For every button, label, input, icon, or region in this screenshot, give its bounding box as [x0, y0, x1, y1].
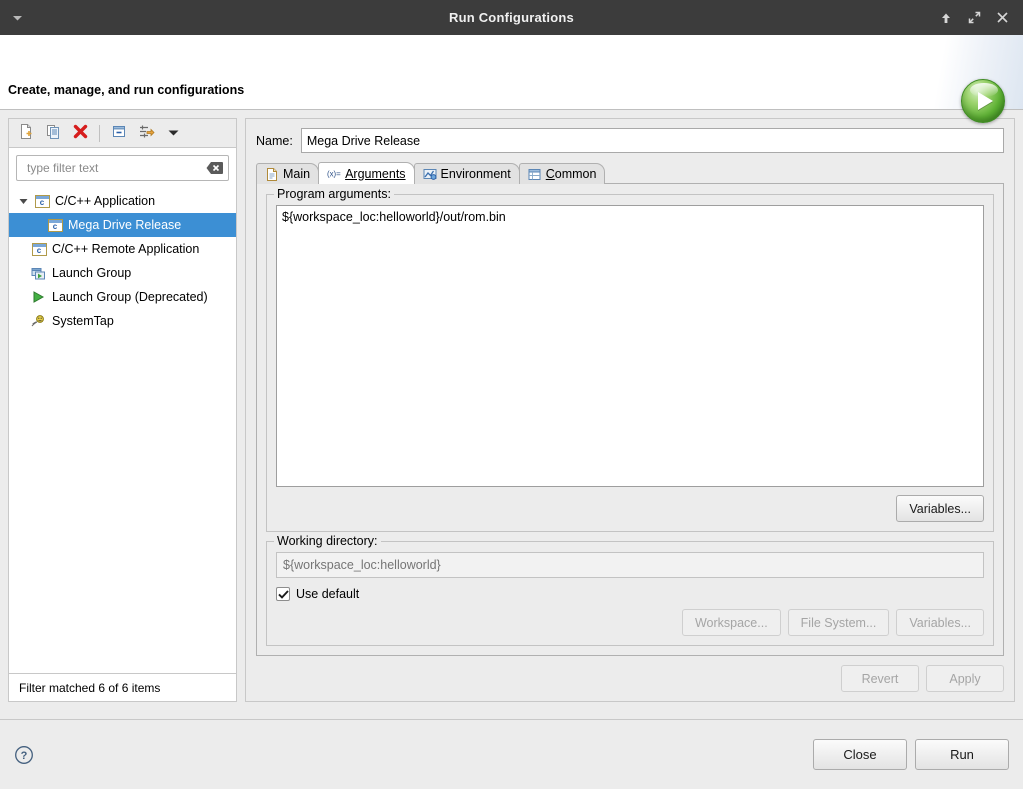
- clear-field-icon[interactable]: [206, 161, 224, 175]
- configurations-toolbar: [8, 118, 237, 147]
- variable-icon: (x)=: [327, 167, 341, 181]
- tree-item-launch-group-deprecated[interactable]: Launch Group (Deprecated): [9, 285, 236, 309]
- c-launch-icon: c: [47, 217, 63, 233]
- working-directory-group: Working directory: Use default Workspace…: [266, 534, 994, 646]
- use-default-label: Use default: [296, 587, 360, 601]
- workspace-button[interactable]: Workspace...: [681, 609, 781, 636]
- program-arguments-textarea[interactable]: [276, 205, 984, 487]
- configurations-tree-container: c C/C++ Application c Mega Drive Release…: [8, 147, 237, 674]
- use-default-row: Use default: [276, 587, 984, 601]
- working-directory-input[interactable]: [276, 552, 984, 578]
- tree-item-mega-drive-release[interactable]: c Mega Drive Release: [9, 213, 236, 237]
- tab-arguments[interactable]: (x)= Arguments: [318, 162, 415, 184]
- name-label: Name:: [256, 133, 293, 148]
- program-arguments-label: Program arguments:: [274, 187, 394, 201]
- red-x-delete-icon: [72, 123, 89, 143]
- configurations-tree: c C/C++ Application c Mega Drive Release…: [9, 186, 236, 673]
- tree-item-launch-group[interactable]: Launch Group: [9, 261, 236, 285]
- document-icon: [265, 167, 279, 181]
- tree-item-systemtap[interactable]: SystemTap: [9, 309, 236, 333]
- tree-item-c-cpp-application[interactable]: c C/C++ Application: [9, 189, 236, 213]
- tab-label: Common: [545, 167, 597, 181]
- systemtap-icon: [31, 313, 47, 329]
- tab-strip: Main (x)= Arguments Environment Common: [256, 162, 1004, 184]
- dialog-body: c C/C++ Application c Mega Drive Release…: [0, 110, 1023, 710]
- configurations-panel: c C/C++ Application c Mega Drive Release…: [8, 118, 237, 702]
- use-default-checkbox[interactable]: [276, 587, 290, 601]
- toolbar-separator: [99, 124, 100, 142]
- help-icon[interactable]: ?: [14, 745, 34, 765]
- tab-label: Main: [283, 167, 311, 181]
- tree-item-label: C/C++ Application: [55, 194, 156, 208]
- program-arguments-group: Program arguments: Variables...: [266, 187, 994, 532]
- delete-configuration-button[interactable]: [69, 122, 91, 144]
- tree-item-label: Mega Drive Release: [68, 218, 182, 232]
- working-directory-label: Working directory:: [274, 534, 381, 548]
- new-document-icon: [18, 123, 35, 143]
- tree-item-label: Launch Group: [52, 266, 132, 280]
- program-arguments-variables-button[interactable]: Variables...: [896, 495, 984, 522]
- filter-button[interactable]: [135, 122, 157, 144]
- search-input[interactable]: [25, 160, 206, 176]
- run-button[interactable]: Run: [915, 739, 1009, 770]
- close-button[interactable]: [995, 11, 1009, 25]
- footer-buttons: Close Run: [813, 739, 1009, 770]
- working-directory-buttons: Workspace... File System... Variables...: [276, 609, 984, 636]
- new-configuration-button[interactable]: [15, 122, 37, 144]
- working-directory-variables-button[interactable]: Variables...: [896, 609, 984, 636]
- dialog-footer: ? Close Run: [0, 719, 1023, 789]
- expand-icon: [968, 11, 981, 24]
- maximize-button[interactable]: [967, 11, 981, 25]
- program-arguments-buttons: Variables...: [276, 495, 984, 522]
- svg-text:?: ?: [21, 750, 28, 762]
- table-icon: [528, 167, 542, 181]
- filter-wrapper: [9, 148, 236, 186]
- filter-arrow-icon: [138, 123, 155, 143]
- name-row: Name:: [256, 128, 1004, 153]
- revert-apply-row: Revert Apply: [256, 656, 1004, 692]
- launch-group-icon: [31, 265, 47, 281]
- filter-status-text: Filter matched 6 of 6 items: [8, 674, 237, 702]
- chevron-down-icon: [168, 126, 179, 140]
- tab-common[interactable]: Common: [518, 163, 606, 184]
- arrow-up-icon: [940, 12, 952, 24]
- window-titlebar: Run Configurations: [0, 0, 1023, 35]
- window-menu-button[interactable]: [0, 11, 34, 25]
- collapse-all-icon: [111, 123, 128, 143]
- apply-button[interactable]: Apply: [926, 665, 1004, 692]
- green-play-icon: [31, 289, 47, 305]
- dialog-banner: Create, manage, and run configurations: [0, 35, 1023, 123]
- duplicate-configuration-button[interactable]: [42, 122, 64, 144]
- c-launch-icon: c: [34, 193, 50, 209]
- run-orb-icon: [961, 79, 1005, 123]
- tree-item-label: C/C++ Remote Application: [52, 242, 200, 256]
- close-icon: [996, 11, 1009, 24]
- view-menu-button[interactable]: [162, 122, 184, 144]
- tab-main[interactable]: Main: [256, 163, 320, 184]
- revert-button[interactable]: Revert: [841, 665, 919, 692]
- close-button[interactable]: Close: [813, 739, 907, 770]
- filter-box: [16, 155, 229, 181]
- tree-item-label: Launch Group (Deprecated): [52, 290, 208, 304]
- file-system-button[interactable]: File System...: [787, 609, 890, 636]
- collapse-all-button[interactable]: [108, 122, 130, 144]
- minimize-button[interactable]: [939, 11, 953, 25]
- tab-label: Environment: [440, 167, 511, 181]
- tree-item-label: SystemTap: [52, 314, 114, 328]
- window-controls: [939, 11, 1023, 25]
- expand-triangle-icon[interactable]: [17, 198, 29, 205]
- environment-icon: [423, 167, 437, 181]
- configuration-editor-panel: Name: Main (x)=: [245, 118, 1015, 702]
- svg-text:(x)=: (x)=: [327, 169, 341, 178]
- chevron-down-icon: [12, 11, 23, 25]
- tree-item-c-cpp-remote-application[interactable]: c C/C++ Remote Application: [9, 237, 236, 261]
- window-title: Run Configurations: [449, 10, 574, 25]
- configuration-name-input[interactable]: [300, 128, 1004, 153]
- copy-icon: [45, 123, 62, 143]
- arguments-tab-panel: Program arguments: Variables... Working …: [256, 183, 1004, 656]
- banner-title: Create, manage, and run configurations: [8, 83, 245, 97]
- tab-environment[interactable]: Environment: [413, 163, 520, 184]
- tab-label: Arguments: [345, 166, 406, 181]
- c-launch-icon: c: [31, 241, 47, 257]
